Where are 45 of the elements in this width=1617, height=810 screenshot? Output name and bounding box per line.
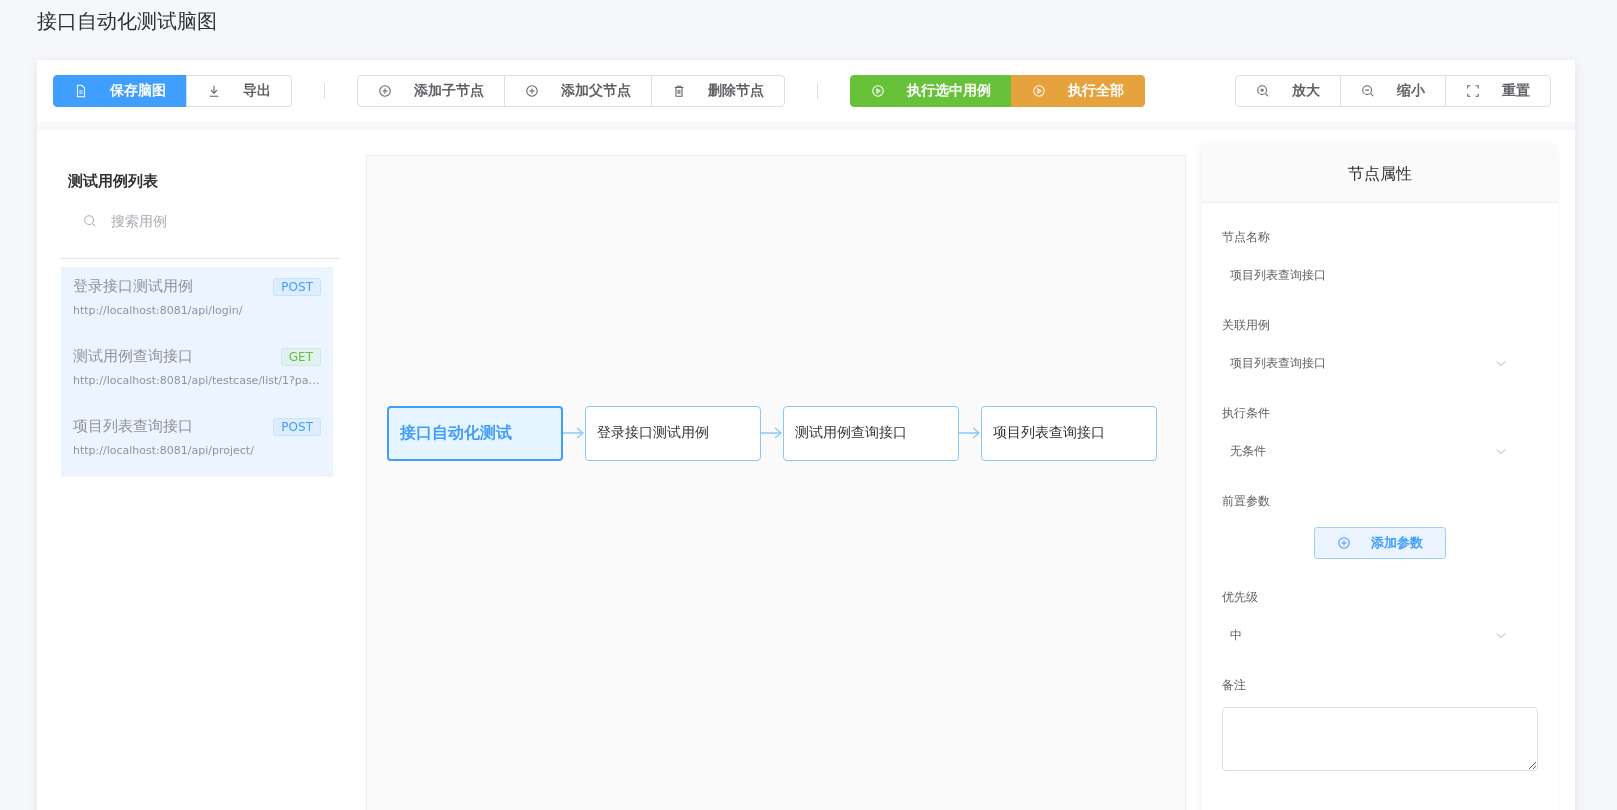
notes-textarea[interactable] bbox=[1222, 707, 1538, 771]
case-name: 项目列表查询接口 bbox=[73, 417, 193, 436]
plus-circle-icon bbox=[378, 84, 392, 98]
case-name: 测试用例查询接口 bbox=[73, 347, 193, 366]
search-field[interactable]: 搜索用例 bbox=[109, 212, 335, 230]
field-label: 备注 bbox=[1222, 677, 1247, 694]
mind-map-node[interactable]: 测试用例查询接口 bbox=[783, 405, 959, 461]
toolbar-button[interactable]: 添加父节点 bbox=[504, 75, 652, 107]
case-url: http://localhost:8081/api/login/ bbox=[73, 304, 243, 317]
mind-map-node[interactable]: 项目列表查询接口 bbox=[981, 405, 1157, 461]
fullscreen-icon bbox=[1466, 84, 1480, 98]
play-circle-icon bbox=[871, 84, 885, 98]
zoom-in-icon bbox=[1256, 84, 1270, 98]
case-url: http://localhost:8081/api/project/ bbox=[73, 444, 254, 457]
toolbar-button[interactable]: 删除节点 bbox=[651, 75, 785, 107]
plus-circle-icon bbox=[525, 84, 539, 98]
field-label: 执行条件 bbox=[1222, 405, 1271, 422]
mind-map-node[interactable]: 登录接口测试用例 bbox=[585, 405, 761, 461]
method-tag: POST bbox=[273, 417, 321, 436]
panel-title: 节点属性 bbox=[1202, 146, 1558, 203]
play-circle-icon bbox=[1032, 84, 1046, 98]
toolbar-button[interactable]: 导出 bbox=[186, 75, 292, 107]
plus-circle-icon bbox=[1337, 536, 1351, 550]
panel-title: 测试用例列表 bbox=[67, 171, 159, 192]
document-icon bbox=[74, 84, 88, 98]
connector-arrow bbox=[959, 427, 981, 439]
zoom-out-icon bbox=[1361, 84, 1375, 98]
toolbar-button[interactable]: 放大 bbox=[1235, 75, 1341, 107]
toolbar-button[interactable]: 缩小 bbox=[1340, 75, 1446, 107]
connector-arrow bbox=[563, 427, 585, 439]
download-icon bbox=[207, 84, 221, 98]
toolbar-button[interactable]: 添加子节点 bbox=[357, 75, 505, 107]
case-name: 登录接口测试用例 bbox=[73, 277, 193, 296]
method-tag: POST bbox=[273, 277, 321, 296]
search-icon bbox=[83, 214, 97, 228]
toolbar-button[interactable]: 重置 bbox=[1445, 75, 1551, 107]
case-url: http://localhost:8081/api/testcase/list/1?pa… bbox=[73, 374, 320, 387]
field-label: 前置参数 bbox=[1222, 493, 1271, 510]
field-label: 关联用例 bbox=[1222, 317, 1271, 334]
method-tag: GET bbox=[280, 347, 321, 366]
connector-arrow bbox=[761, 427, 783, 439]
trash-icon bbox=[672, 84, 686, 98]
field-label: 优先级 bbox=[1222, 589, 1259, 606]
page-title: 接口自动化测试脑图 bbox=[36, 8, 218, 35]
field-label: 节点名称 bbox=[1222, 229, 1271, 246]
